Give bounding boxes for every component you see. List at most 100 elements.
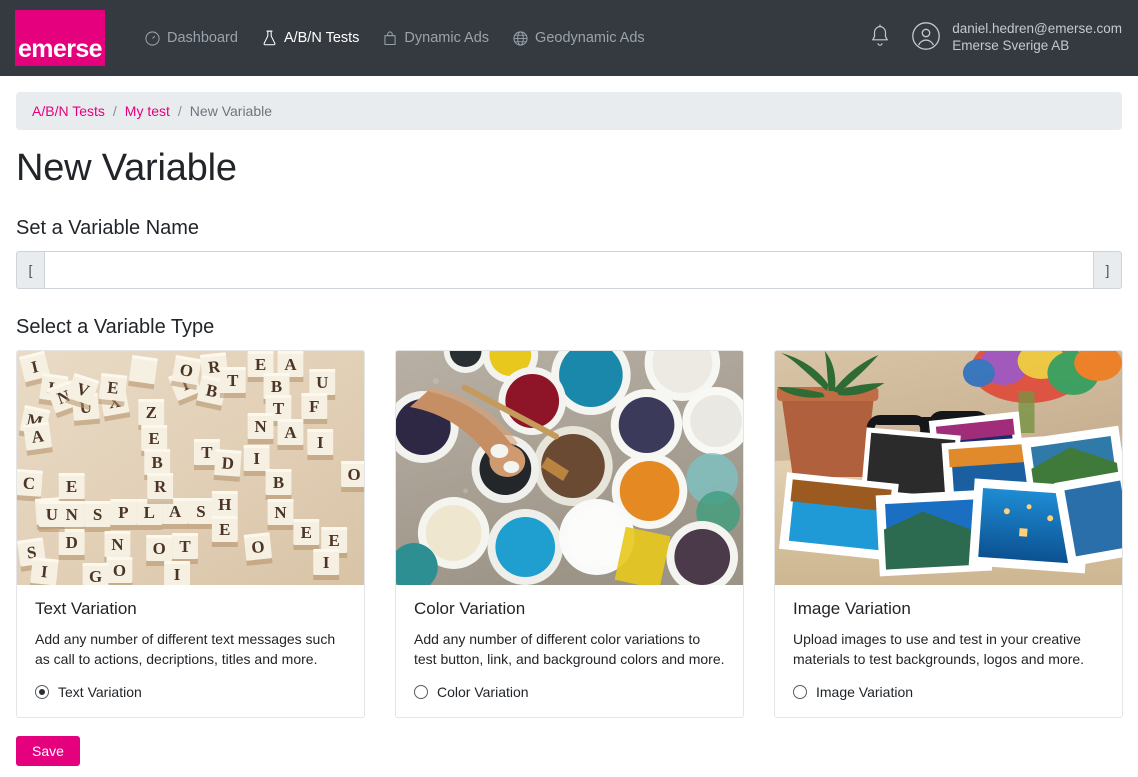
variable-type-card-list: I L N M A U V X E C U S I E N — [16, 350, 1123, 718]
nav-label-geodynamic-ads: Geodynamic Ads — [535, 30, 645, 46]
svg-text:I: I — [174, 565, 181, 584]
svg-text:D: D — [66, 533, 78, 552]
card-description: Upload images to use and test in your cr… — [793, 631, 1085, 668]
nav-item-dynamic-ads[interactable]: Dynamic Ads — [383, 30, 489, 46]
svg-text:S: S — [196, 502, 205, 521]
svg-text:T: T — [201, 443, 213, 462]
radio-button[interactable] — [35, 684, 49, 699]
variable-type-radio-color[interactable]: Color Variation — [414, 684, 725, 700]
svg-text:T: T — [227, 371, 239, 390]
card-title: Image Variation — [793, 599, 911, 618]
svg-text:E: E — [149, 429, 160, 448]
main-nav: Dashboard A/B/N Tests Dynamic Ads Geodyn… — [145, 30, 645, 46]
svg-text:F: F — [309, 397, 319, 416]
svg-text:E: E — [329, 531, 340, 550]
user-area: daniel.hedren@emerse.com Emerse Sverige … — [867, 0, 1122, 76]
save-button[interactable]: Save — [16, 735, 80, 766]
breadcrumb-item-current: New Variable — [189, 103, 273, 119]
nav-label-dashboard: Dashboard — [167, 30, 238, 46]
nav-label-abn-tests: A/B/N Tests — [283, 30, 360, 46]
flask-icon — [262, 30, 277, 46]
svg-text:B: B — [273, 473, 284, 492]
radio-label: Text Variation — [58, 683, 142, 700]
bell-icon[interactable] — [867, 22, 893, 55]
svg-text:A: A — [169, 502, 182, 521]
svg-text:N: N — [111, 535, 124, 554]
input-prefix-bracket: [ — [16, 251, 44, 289]
svg-text:Z: Z — [146, 403, 157, 422]
card-body: Text Variation Add any number of differe… — [17, 585, 364, 717]
variable-type-card-image[interactable]: Image Variation Upload images to use and… — [774, 350, 1123, 718]
svg-text:O: O — [347, 465, 360, 484]
variable-type-radio-text[interactable]: Text Variation — [35, 684, 346, 700]
card-body: Color Variation Add any number of differ… — [396, 585, 743, 717]
svg-text:B: B — [271, 377, 282, 396]
radio-button[interactable] — [414, 684, 428, 699]
svg-text:E: E — [255, 355, 266, 374]
svg-text:B: B — [152, 453, 163, 472]
svg-text:O: O — [250, 537, 265, 557]
nav-item-abn-tests[interactable]: A/B/N Tests — [262, 30, 359, 46]
page-title: New Variable — [16, 147, 237, 189]
svg-text:I: I — [323, 553, 330, 572]
bag-icon — [383, 30, 397, 46]
svg-text:H: H — [218, 495, 231, 514]
globe-icon — [513, 30, 528, 46]
svg-text:I: I — [253, 449, 260, 468]
user-menu[interactable]: daniel.hedren@emerse.com Emerse Sverige … — [911, 21, 1122, 56]
paint-buckets-photo — [396, 351, 743, 585]
svg-text:S: S — [93, 505, 102, 524]
nav-item-geodynamic-ads[interactable]: Geodynamic Ads — [513, 30, 645, 46]
top-navigation-bar: emerse Dashboard A/B/N Tests Dynamic Ads… — [0, 0, 1138, 76]
svg-text:T: T — [179, 537, 191, 556]
svg-text:U: U — [46, 505, 58, 524]
radio-label: Image Variation — [816, 683, 914, 700]
emerse-logo[interactable]: emerse — [15, 10, 105, 66]
svg-text:C: C — [22, 473, 35, 493]
variable-type-section-label: Select a Variable Type — [16, 316, 215, 338]
gauge-icon — [145, 30, 160, 46]
svg-text:A: A — [284, 355, 297, 374]
variable-type-radio-image[interactable]: Image Variation — [793, 684, 1104, 700]
svg-text:E: E — [301, 523, 312, 542]
svg-text:E: E — [66, 477, 77, 496]
svg-text:E: E — [219, 520, 230, 539]
breadcrumb-item-abn-tests[interactable]: A/B/N Tests — [32, 103, 105, 119]
breadcrumb-separator: / — [177, 103, 182, 119]
photos-on-desk-photo — [775, 351, 1122, 585]
variable-type-card-color[interactable]: Color Variation Add any number of differ… — [395, 350, 744, 718]
card-title: Color Variation — [414, 599, 526, 618]
scrabble-tiles-photo: I L N M A U V X E C U S I E N — [17, 351, 364, 585]
variable-name-section-label: Set a Variable Name — [16, 217, 200, 239]
breadcrumb-item-my-test[interactable]: My test — [125, 103, 170, 119]
variable-name-input[interactable] — [44, 251, 1094, 289]
user-organization: Emerse Sverige AB — [952, 38, 1070, 53]
user-circle-icon — [911, 21, 941, 56]
card-description: Add any number of different color variat… — [414, 631, 725, 668]
breadcrumb: A/B/N Tests / My test / New Variable — [16, 92, 1122, 130]
radio-button[interactable] — [793, 684, 807, 699]
svg-text:N: N — [254, 417, 267, 436]
user-email: daniel.hedren@emerse.com — [952, 21, 1122, 37]
user-details: daniel.hedren@emerse.com Emerse Sverige … — [952, 21, 1122, 55]
nav-label-dynamic-ads: Dynamic Ads — [404, 30, 490, 46]
logo-text: emerse — [18, 35, 103, 63]
svg-text:T: T — [273, 399, 285, 418]
svg-text:R: R — [154, 477, 167, 496]
svg-text:N: N — [66, 505, 79, 524]
svg-text:U: U — [316, 373, 328, 392]
svg-text:D: D — [221, 453, 234, 473]
card-body: Image Variation Upload images to use and… — [775, 585, 1122, 717]
card-description: Add any number of different text message… — [35, 631, 336, 668]
svg-text:G: G — [89, 567, 102, 585]
variable-type-card-text[interactable]: I L N M A U V X E C U S I E N — [16, 350, 365, 718]
svg-text:P: P — [118, 503, 128, 522]
svg-text:O: O — [153, 539, 166, 558]
svg-text:N: N — [274, 503, 287, 522]
input-suffix-bracket: ] — [1094, 251, 1122, 289]
nav-item-dashboard[interactable]: Dashboard — [145, 30, 238, 46]
variable-name-input-group: [ ] — [16, 251, 1122, 289]
svg-text:E: E — [106, 378, 119, 398]
svg-text:L: L — [144, 503, 155, 522]
main-content: New Variable Set a Variable Name [ ] Sel… — [0, 147, 1138, 718]
